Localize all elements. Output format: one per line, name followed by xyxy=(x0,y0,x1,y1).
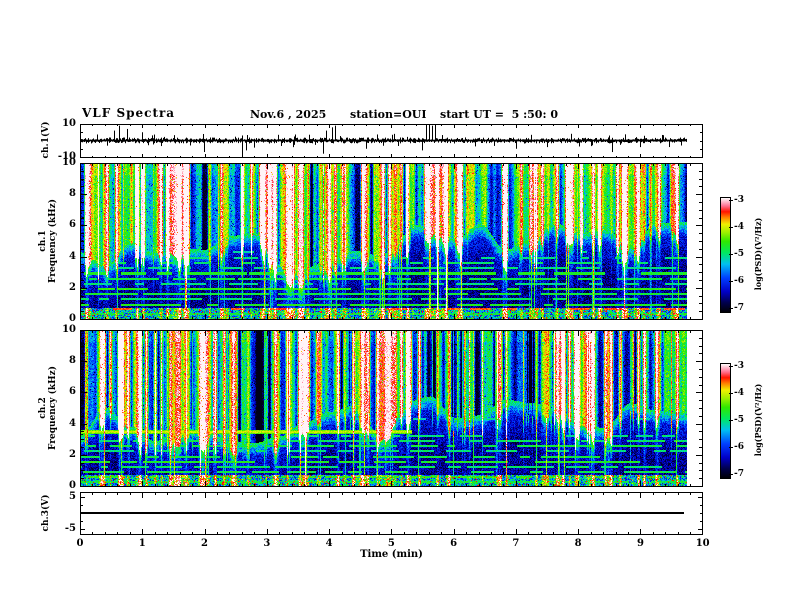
figure-start-ut: start UT = 5 :50: 0 xyxy=(440,108,558,121)
time-tick-label: 9 xyxy=(636,538,644,549)
ch2-freq-tick-label: 6 xyxy=(69,386,76,398)
ch1-freq-axis-label: ch.1 Frequency (kHz) xyxy=(38,199,58,283)
ch1-spectrogram-plot xyxy=(80,163,703,320)
ch3-waveform-plot xyxy=(80,492,703,535)
ch1-label: ch.1 xyxy=(38,230,48,252)
colorbar-tick-mark xyxy=(729,447,733,448)
figure-station: station=OUI xyxy=(350,108,427,121)
colorbar-tick-label: -4 xyxy=(734,388,744,398)
figure-date: Nov.6 , 2025 xyxy=(250,108,327,121)
colorbar-tick-label: -6 xyxy=(734,442,744,452)
ch2-freq-tick-label: 2 xyxy=(69,448,76,460)
ch1-freq-tick-label: 10 xyxy=(62,157,76,168)
ch1-freq-tick-label: 0 xyxy=(69,313,76,324)
time-tick-label: 3 xyxy=(263,538,271,549)
ch3-volt-tick-label: -5 xyxy=(64,523,76,534)
vlf-spectra-page: { "header": { "title": "VLF Spectra", "d… xyxy=(0,0,792,612)
time-tick-label: 5 xyxy=(387,538,395,549)
time-tick-label: 7 xyxy=(512,538,520,549)
colorbar-tick-mark xyxy=(729,366,733,367)
freq-unit-label: Frequency (kHz) xyxy=(48,198,58,284)
ch1-waveform-plot xyxy=(80,124,703,158)
ch3-volt-tick-label: 5 xyxy=(69,491,76,502)
time-tick-label: 2 xyxy=(201,538,209,549)
colorbar-ch1-label: log(PSD)(V²/Hz) xyxy=(753,217,763,291)
ch2-freq-axis-label: ch.2 Frequency (kHz) xyxy=(38,366,58,450)
colorbar-tick-label: -5 xyxy=(734,249,744,259)
colorbar-ch1 xyxy=(720,197,731,313)
time-tick-label: 4 xyxy=(325,538,333,549)
ch2-spectrogram-plot xyxy=(80,330,703,487)
ch1-freq-tick-label: 2 xyxy=(69,281,76,293)
colorbar-tick-mark xyxy=(729,200,733,201)
colorbar-tick-mark xyxy=(729,281,733,282)
time-tick-label: 0 xyxy=(76,538,84,549)
colorbar-tick-mark xyxy=(729,420,733,421)
time-tick-label: 1 xyxy=(138,538,146,549)
ch2-freq-tick-label: 8 xyxy=(69,355,76,367)
colorbar-tick-mark xyxy=(729,227,733,228)
colorbar-tick-mark xyxy=(729,474,733,475)
colorbar-tick-label: -3 xyxy=(734,195,744,205)
ch1-freq-tick-label: 6 xyxy=(69,219,76,231)
ch2-freq-tick-label: 0 xyxy=(69,480,76,491)
colorbar-tick-label: -7 xyxy=(734,303,744,313)
time-tick-label: 6 xyxy=(450,538,458,549)
figure-title: VLF Spectra xyxy=(82,106,176,120)
ch1-freq-tick-label: 4 xyxy=(69,250,76,262)
ch2-freq-tick-label: 4 xyxy=(69,417,76,429)
time-axis-label: Time (min) xyxy=(360,549,423,560)
colorbar-tick-label: -3 xyxy=(734,361,744,371)
ch1-freq-tick-label: 8 xyxy=(69,188,76,200)
time-tick-label: 8 xyxy=(574,538,582,549)
ch2-freq-tick-label: 10 xyxy=(62,324,76,335)
colorbar-tick-mark xyxy=(729,308,733,309)
time-tick-label: 10 xyxy=(695,538,710,549)
colorbar-tick-label: -5 xyxy=(734,415,744,425)
colorbar-tick-label: -7 xyxy=(734,469,744,479)
colorbar-tick-mark xyxy=(729,254,733,255)
colorbar-tick-label: -6 xyxy=(734,276,744,286)
ch1-volt-tick-label: 10 xyxy=(62,118,76,129)
ch2-label: ch.2 xyxy=(38,397,48,419)
freq-unit-label: Frequency (kHz) xyxy=(48,365,58,451)
colorbar-tick-label: -4 xyxy=(734,222,744,232)
colorbar-ch2 xyxy=(720,363,731,479)
colorbar-tick-mark xyxy=(729,393,733,394)
colorbar-ch2-label: log(PSD)(V²/Hz) xyxy=(753,383,763,457)
